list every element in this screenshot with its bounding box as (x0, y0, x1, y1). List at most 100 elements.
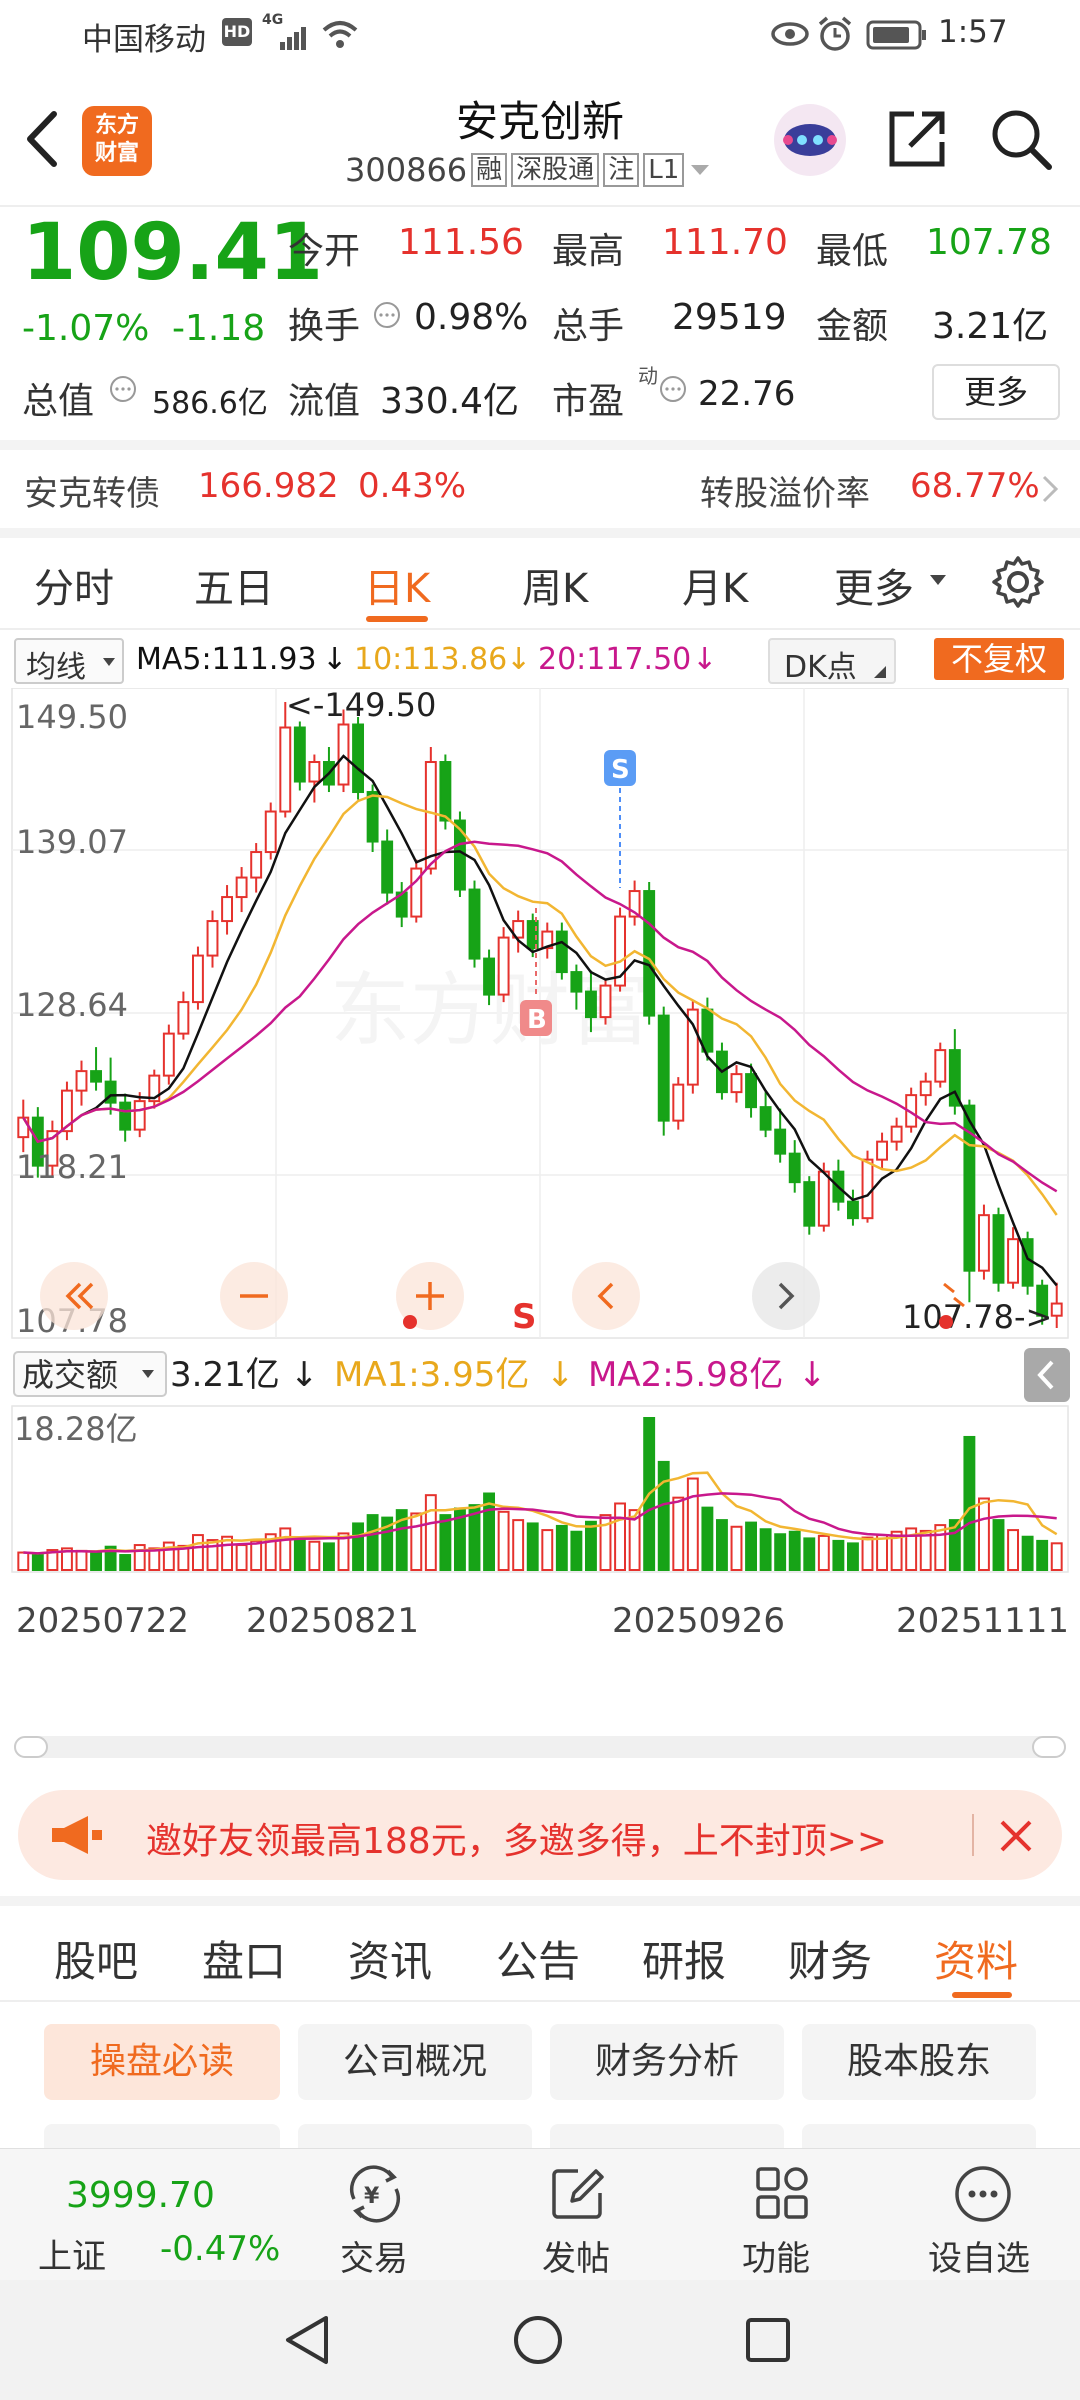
nav-post[interactable]: 发帖 (520, 2149, 630, 2281)
more-quote-button[interactable]: 更多 (932, 364, 1060, 420)
tab-daily-k[interactable]: 日K (364, 556, 430, 614)
dk-point-button[interactable]: DK点 (768, 638, 896, 685)
system-home-icon[interactable] (512, 2314, 564, 2366)
tab-orderbook[interactable]: 盘口 (202, 1928, 286, 1989)
tab-five-day[interactable]: 五日 (194, 556, 274, 614)
kline-chart[interactable]: 东方财富 149.50 139.07 128.64 118.21 107.78 … (0, 688, 1080, 1678)
range-scrollbar[interactable] (14, 1736, 1066, 1758)
content-tabs: 股吧 盘口 资讯 公告 研报 财务 资料 (0, 1906, 1080, 2000)
candle-body (90, 1070, 103, 1083)
bond-price: 166.982 (198, 466, 339, 506)
pe-value: 22.76 (698, 374, 796, 414)
nav-functions-label: 功能 (742, 2239, 810, 2279)
tab-monthly-k[interactable]: 月K (682, 556, 748, 614)
candle-body (1050, 1302, 1063, 1317)
tab-forum[interactable]: 股吧 (54, 1928, 138, 1989)
volume-bar (774, 1533, 787, 1571)
close-icon[interactable] (996, 1816, 1036, 1856)
ma5-down-arrow: ↓ (322, 642, 348, 677)
range-handle-right[interactable] (1032, 1736, 1066, 1758)
candle-body (75, 1070, 88, 1092)
candle-body (745, 1073, 758, 1109)
volume-bar (555, 1524, 568, 1572)
more-dots-icon (955, 2166, 1011, 2222)
candle-body (817, 1170, 830, 1227)
volume-bar (788, 1530, 801, 1572)
subtab-financial-analysis[interactable]: 财务分析 (550, 2024, 784, 2100)
candle-body (133, 1100, 146, 1131)
high-value: 111.70 (662, 222, 788, 263)
volume-bar (235, 1544, 248, 1571)
nav-trade[interactable]: ¥ 交易 (320, 2149, 430, 2281)
pe-label: 市盈 (552, 381, 625, 422)
volume-bar (745, 1521, 758, 1572)
high-label: 最高 (552, 231, 625, 272)
range-handle-left[interactable] (14, 1736, 48, 1758)
rewind-button[interactable] (40, 1262, 108, 1330)
index-ticker[interactable]: 3999.70 上证 -0.47% (0, 2149, 290, 2281)
volume-bar (293, 1536, 306, 1571)
subtab-trading-must-read[interactable]: 操盘必读 (44, 2024, 280, 2100)
volume-value: 3.21亿 (170, 1355, 280, 1395)
settings-gear-icon[interactable] (990, 554, 1046, 610)
system-back-icon[interactable] (282, 2314, 332, 2366)
s-indicator: S (512, 1297, 537, 1337)
active-tab-indicator (366, 616, 428, 622)
volume-value: 29519 (672, 297, 787, 338)
nav-add-watchlist[interactable]: 设自选 (918, 2149, 1048, 2281)
volume-bar (759, 1528, 772, 1572)
dk-point-label: DK点 (784, 650, 857, 685)
candle-body (250, 851, 263, 879)
volume-bar (832, 1539, 845, 1571)
promo-banner[interactable]: 邀好友领最高188元，多邀多得，上不封顶>> (18, 1790, 1062, 1880)
ai-assistant-icon[interactable] (770, 100, 850, 180)
tab-intraday[interactable]: 分时 (34, 556, 114, 614)
volume-legend: 成交额 3.21亿 ↓ MA1:3.95亿 ↓ MA2:5.98亿 ↓ (13, 1348, 1070, 1402)
convertible-bond-row[interactable]: 安克转债 166.982 0.43% 转股溢价率 68.77% (0, 450, 1080, 530)
prev-button[interactable] (572, 1262, 640, 1330)
system-recents-icon[interactable] (744, 2316, 792, 2364)
buy-signal-label: B (527, 1005, 547, 1035)
tab-announcements[interactable]: 公告 (496, 1928, 580, 1989)
low-label: 最低 (816, 231, 889, 272)
info-icon[interactable] (372, 300, 402, 330)
next-button[interactable] (752, 1262, 820, 1330)
signal-icon (280, 27, 306, 50)
volume-max-label: 18.28亿 (14, 1410, 138, 1448)
tab-profile[interactable]: 资料 (934, 1928, 1018, 1989)
tag-level: L1 (643, 153, 685, 187)
stock-name: 安克创新 (455, 97, 624, 146)
bond-name: 安克转债 (24, 474, 160, 514)
info-icon[interactable] (108, 374, 138, 404)
nav-functions[interactable]: 功能 (724, 2149, 834, 2281)
change-abs: -1.18 (172, 308, 266, 349)
stock-meta[interactable]: 300866 融 深股通 注 L1 (345, 150, 712, 190)
tab-research[interactable]: 研报 (642, 1928, 726, 1989)
subtab-company-overview[interactable]: 公司概况 (298, 2024, 532, 2100)
section-gap (0, 528, 1080, 538)
tag-margin: 融 (471, 153, 508, 187)
tab-weekly-k[interactable]: 周K (522, 556, 588, 614)
tab-news[interactable]: 资讯 (348, 1928, 432, 1989)
no-adjust-button[interactable]: 不复权 (934, 638, 1064, 680)
side-panel-toggle[interactable] (1024, 1348, 1070, 1402)
wifi-icon (322, 21, 358, 48)
candle-body (1021, 1238, 1034, 1287)
share-icon[interactable] (884, 106, 950, 172)
candle-body (439, 761, 452, 822)
info-icon[interactable] (658, 374, 688, 404)
subtab-shareholders[interactable]: 股本股东 (802, 2024, 1036, 2100)
turnover-value: 0.98% (414, 297, 529, 338)
edit-icon (552, 2169, 604, 2219)
ma-selector[interactable]: 均线 (14, 638, 124, 685)
tab-more[interactable]: 更多 (834, 556, 914, 614)
volume-bar (1036, 1539, 1049, 1571)
search-icon[interactable] (988, 106, 1054, 172)
tab-finance[interactable]: 财务 (788, 1928, 872, 1989)
volume-bar (686, 1477, 699, 1572)
volume-label: 总手 (552, 306, 625, 347)
back-icon[interactable] (22, 108, 62, 170)
carrier-label: 中国移动 (82, 22, 206, 58)
amount-label: 金额 (816, 306, 889, 347)
volume-bar (992, 1519, 1005, 1572)
